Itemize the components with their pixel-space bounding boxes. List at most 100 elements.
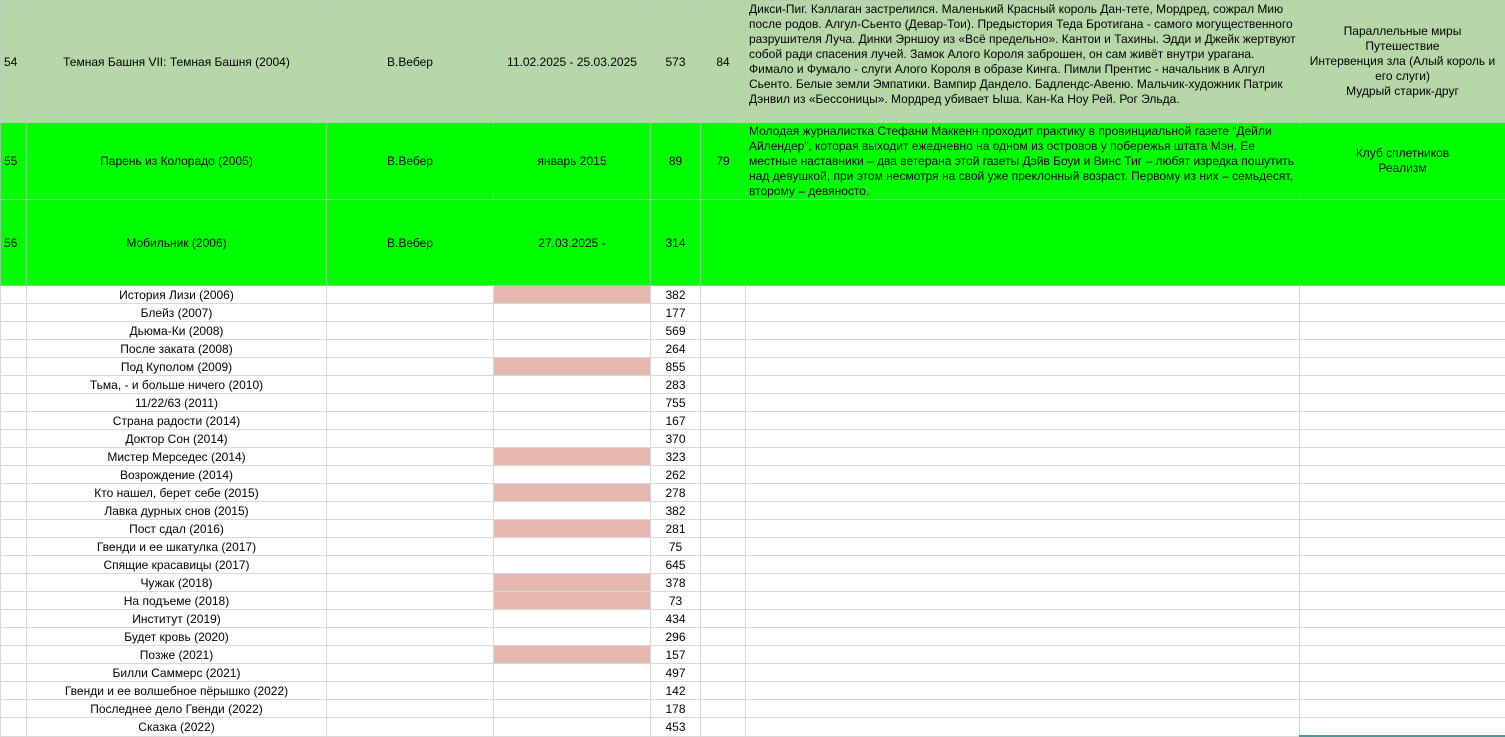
- tags-cell[interactable]: [1300, 646, 1505, 664]
- score-cell[interactable]: [701, 592, 746, 610]
- dates-cell[interactable]: [494, 646, 651, 664]
- pages-cell[interactable]: 178: [651, 700, 701, 718]
- score-cell[interactable]: [701, 304, 746, 322]
- title-cell[interactable]: Будет кровь (2020): [27, 628, 327, 646]
- dates-cell[interactable]: [494, 520, 651, 538]
- pages-cell[interactable]: 569: [651, 322, 701, 340]
- score-cell[interactable]: [701, 412, 746, 430]
- description-cell[interactable]: [746, 628, 1300, 646]
- score-cell[interactable]: [701, 394, 746, 412]
- description-cell[interactable]: [746, 286, 1300, 304]
- description-cell[interactable]: [746, 610, 1300, 628]
- row-number-cell[interactable]: [1, 304, 27, 322]
- description-cell[interactable]: [746, 200, 1300, 286]
- tags-cell[interactable]: [1300, 574, 1505, 592]
- translator-cell[interactable]: [327, 520, 494, 538]
- score-cell[interactable]: 79: [701, 123, 746, 200]
- dates-cell[interactable]: [494, 610, 651, 628]
- row-number-cell[interactable]: [1, 502, 27, 520]
- dates-cell[interactable]: [494, 376, 651, 394]
- tags-cell[interactable]: [1300, 718, 1505, 737]
- dates-cell[interactable]: 27.03.2025 -: [494, 200, 651, 286]
- score-cell[interactable]: [701, 466, 746, 484]
- description-cell[interactable]: [746, 592, 1300, 610]
- dates-cell[interactable]: [494, 484, 651, 502]
- description-cell[interactable]: [746, 664, 1300, 682]
- translator-cell[interactable]: [327, 700, 494, 718]
- pages-cell[interactable]: 89: [651, 123, 701, 200]
- pages-cell[interactable]: 855: [651, 358, 701, 376]
- title-cell[interactable]: Гвенди и ее волшебное пёрышко (2022): [27, 682, 327, 700]
- dates-cell[interactable]: [494, 466, 651, 484]
- score-cell[interactable]: [701, 200, 746, 286]
- score-cell[interactable]: [701, 700, 746, 718]
- translator-cell[interactable]: [327, 610, 494, 628]
- title-cell[interactable]: Дьюма-Ки (2008): [27, 322, 327, 340]
- score-cell[interactable]: [701, 286, 746, 304]
- dates-cell[interactable]: [494, 556, 651, 574]
- tags-cell[interactable]: [1300, 466, 1505, 484]
- row-number-cell[interactable]: [1, 340, 27, 358]
- title-cell[interactable]: Лавка дурных снов (2015): [27, 502, 327, 520]
- tags-cell[interactable]: [1300, 538, 1505, 556]
- score-cell[interactable]: [701, 340, 746, 358]
- translator-cell[interactable]: [327, 718, 494, 737]
- row-number-cell[interactable]: [1, 664, 27, 682]
- tags-cell[interactable]: [1300, 520, 1505, 538]
- translator-cell[interactable]: [327, 556, 494, 574]
- description-cell[interactable]: [746, 448, 1300, 466]
- score-cell[interactable]: [701, 376, 746, 394]
- translator-cell[interactable]: [327, 502, 494, 520]
- score-cell[interactable]: [701, 682, 746, 700]
- pages-cell[interactable]: 142: [651, 682, 701, 700]
- tags-cell[interactable]: Параллельные мирыПутешествиеИнтервенция …: [1300, 1, 1505, 123]
- dates-cell[interactable]: [494, 502, 651, 520]
- row-number-cell[interactable]: [1, 520, 27, 538]
- translator-cell[interactable]: [327, 484, 494, 502]
- score-cell[interactable]: [701, 556, 746, 574]
- title-cell[interactable]: Мистер Мерседес (2014): [27, 448, 327, 466]
- title-cell[interactable]: Блейз (2007): [27, 304, 327, 322]
- translator-cell[interactable]: [327, 538, 494, 556]
- description-cell[interactable]: [746, 412, 1300, 430]
- pages-cell[interactable]: 278: [651, 484, 701, 502]
- row-number-cell[interactable]: [1, 394, 27, 412]
- translator-cell[interactable]: В.Вебер: [327, 200, 494, 286]
- tags-cell[interactable]: [1300, 682, 1505, 700]
- pages-cell[interactable]: 283: [651, 376, 701, 394]
- tags-cell[interactable]: [1300, 700, 1505, 718]
- score-cell[interactable]: [701, 538, 746, 556]
- title-cell[interactable]: Страна радости (2014): [27, 412, 327, 430]
- title-cell[interactable]: Под Куполом (2009): [27, 358, 327, 376]
- pages-cell[interactable]: 264: [651, 340, 701, 358]
- dates-cell[interactable]: [494, 430, 651, 448]
- row-number-cell[interactable]: [1, 358, 27, 376]
- tags-cell[interactable]: [1300, 502, 1505, 520]
- description-cell[interactable]: [746, 430, 1300, 448]
- pages-cell[interactable]: 314: [651, 200, 701, 286]
- tags-cell[interactable]: [1300, 592, 1505, 610]
- title-cell[interactable]: Доктор Сон (2014): [27, 430, 327, 448]
- description-cell[interactable]: [746, 556, 1300, 574]
- title-cell[interactable]: Тьма, - и больше ничего (2010): [27, 376, 327, 394]
- description-cell[interactable]: [746, 574, 1300, 592]
- row-number-cell[interactable]: [1, 466, 27, 484]
- title-cell[interactable]: Чужак (2018): [27, 574, 327, 592]
- dates-cell[interactable]: [494, 574, 651, 592]
- description-cell[interactable]: [746, 358, 1300, 376]
- row-number-cell[interactable]: [1, 610, 27, 628]
- dates-cell[interactable]: январь 2015: [494, 123, 651, 200]
- title-cell[interactable]: Пост сдал (2016): [27, 520, 327, 538]
- row-number-cell[interactable]: [1, 646, 27, 664]
- dates-cell[interactable]: 11.02.2025 - 25.03.2025: [494, 1, 651, 123]
- title-cell[interactable]: Гвенди и ее шкатулка (2017): [27, 538, 327, 556]
- title-cell[interactable]: Мобильник (2006): [27, 200, 327, 286]
- row-number-cell[interactable]: [1, 556, 27, 574]
- tags-cell[interactable]: [1300, 412, 1505, 430]
- row-number-cell[interactable]: [1, 628, 27, 646]
- dates-cell[interactable]: [494, 358, 651, 376]
- pages-cell[interactable]: 262: [651, 466, 701, 484]
- row-number-cell[interactable]: [1, 718, 27, 737]
- description-cell[interactable]: Молодая журналистка Стефани Маккенн прох…: [746, 123, 1300, 200]
- title-cell[interactable]: История Лизи (2006): [27, 286, 327, 304]
